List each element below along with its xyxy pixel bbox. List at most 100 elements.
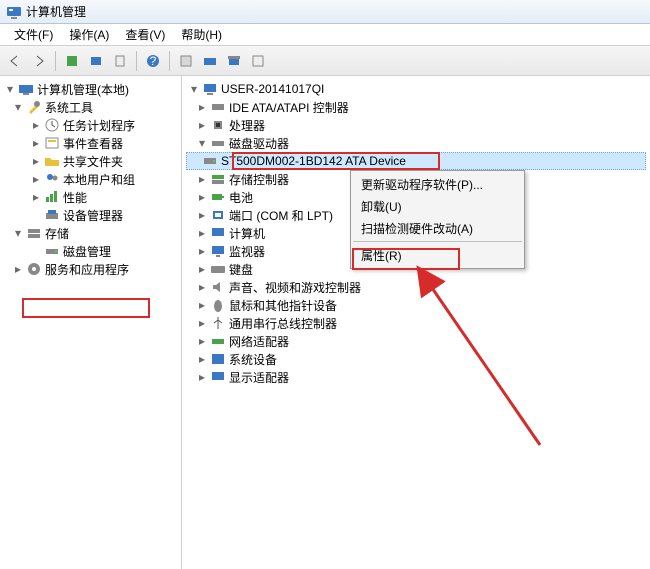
dev-ide-atapi[interactable]: ▸IDE ATA/ATAPI 控制器	[186, 98, 646, 116]
nav-forward-button[interactable]	[28, 50, 50, 72]
label: 鼠标和其他指针设备	[229, 297, 337, 314]
expand-icon[interactable]: ▸	[196, 119, 208, 131]
computer-mgmt-icon	[18, 81, 34, 97]
expand-icon[interactable]: ▸	[196, 245, 208, 257]
mouse-icon	[210, 297, 226, 313]
collapse-icon[interactable]: ▾	[12, 227, 24, 239]
collapse-icon[interactable]: ▾	[196, 137, 208, 149]
menu-file[interactable]: 文件(F)	[6, 24, 61, 45]
tb-btn-6[interactable]	[199, 50, 221, 72]
cm-uninstall[interactable]: 卸载(U)	[353, 195, 522, 217]
nav-back-button[interactable]	[4, 50, 26, 72]
label: 网络适配器	[229, 333, 289, 350]
services-icon	[26, 261, 42, 277]
tb-btn-2[interactable]	[85, 50, 107, 72]
left-shared-folders[interactable]: ▸共享文件夹	[2, 152, 179, 170]
tb-btn-1[interactable]	[61, 50, 83, 72]
tb-btn-help[interactable]: ?	[142, 50, 164, 72]
expand-icon[interactable]: ▸	[30, 173, 42, 185]
label: 磁盘驱动器	[229, 135, 289, 152]
storage-icon	[26, 225, 42, 241]
tools-icon	[26, 99, 42, 115]
label: 存储控制器	[229, 171, 289, 188]
left-storage[interactable]: ▾ 存储	[2, 224, 179, 242]
hdd-icon	[202, 153, 218, 169]
tb-btn-8[interactable]	[247, 50, 269, 72]
dev-root[interactable]: ▾ USER-20141017QI	[186, 80, 646, 98]
system-icon	[210, 351, 226, 367]
tb-btn-7[interactable]	[223, 50, 245, 72]
cm-scan[interactable]: 扫描检测硬件改动(A)	[353, 217, 522, 239]
label: 处理器	[229, 117, 265, 134]
dev-system[interactable]: ▸系统设备	[186, 350, 646, 368]
context-menu: 更新驱动程序软件(P)... 卸载(U) 扫描检测硬件改动(A) 属性(R)	[350, 170, 525, 269]
collapse-icon[interactable]: ▾	[188, 83, 200, 95]
expand-icon[interactable]: ▸	[196, 371, 208, 383]
left-task-scheduler[interactable]: ▸任务计划程序	[2, 116, 179, 134]
expand-icon[interactable]: ▸	[30, 137, 42, 149]
label: 监视器	[229, 243, 265, 260]
label: USER-20141017QI	[221, 82, 324, 96]
expand-icon[interactable]: ▸	[196, 263, 208, 275]
label: 卸载(U)	[361, 198, 402, 215]
expand-icon[interactable]: ▸	[196, 101, 208, 113]
menu-action[interactable]: 操作(A)	[61, 24, 117, 45]
tb-btn-5[interactable]	[175, 50, 197, 72]
label: 磁盘管理	[63, 243, 111, 260]
label: 设备管理器	[63, 207, 123, 224]
expand-icon[interactable]: ▸	[196, 227, 208, 239]
tb-btn-3[interactable]	[109, 50, 131, 72]
expand-icon[interactable]: ▸	[30, 191, 42, 203]
cm-properties[interactable]: 属性(R)	[353, 244, 522, 266]
menu-bar: 文件(F) 操作(A) 查看(V) 帮助(H)	[0, 24, 650, 46]
clock-icon	[44, 117, 60, 133]
expand-icon[interactable]: ▸	[196, 317, 208, 329]
users-icon	[44, 171, 60, 187]
monitor-icon	[210, 243, 226, 259]
label: 键盘	[229, 261, 253, 278]
expand-icon[interactable]: ▸	[196, 191, 208, 203]
label: 本地用户和组	[63, 171, 135, 188]
toolbar-separator	[55, 51, 56, 71]
expand-icon[interactable]: ▸	[30, 119, 42, 131]
usb-icon	[210, 315, 226, 331]
left-system-tools[interactable]: ▾ 系统工具	[2, 98, 179, 116]
toolbar-separator	[169, 51, 170, 71]
expand-icon[interactable]: ▸	[196, 281, 208, 293]
battery-icon	[210, 189, 226, 205]
left-root[interactable]: ▾ 计算机管理(本地)	[2, 80, 179, 98]
left-event-viewer[interactable]: ▸事件查看器	[2, 134, 179, 152]
dev-mouse[interactable]: ▸ 鼠标和其他指针设备	[186, 296, 646, 314]
label: 系统工具	[45, 99, 93, 116]
expand-icon[interactable]: ▸	[30, 155, 42, 167]
expand-icon[interactable]: ▸	[196, 335, 208, 347]
expand-icon[interactable]: ▸	[196, 173, 208, 185]
dev-disk-item[interactable]: ▸ST500DM002-1BD142 ATA Device	[186, 152, 646, 170]
dev-usb[interactable]: ▸通用串行总线控制器	[186, 314, 646, 332]
dev-disk-drives[interactable]: ▾ 磁盘驱动器	[186, 134, 646, 152]
dev-display[interactable]: ▸显示适配器	[186, 368, 646, 386]
left-users-groups[interactable]: ▸ 本地用户和组	[2, 170, 179, 188]
dev-network[interactable]: ▸ 网络适配器	[186, 332, 646, 350]
collapse-icon[interactable]: ▾	[4, 83, 16, 95]
label: 更新驱动程序软件(P)...	[361, 176, 483, 193]
left-services-apps[interactable]: ▸ 服务和应用程序	[2, 260, 179, 278]
menu-help[interactable]: 帮助(H)	[173, 24, 230, 45]
expand-icon[interactable]: ▸	[196, 353, 208, 365]
left-disk-mgmt[interactable]: ▸磁盘管理	[2, 242, 179, 260]
menu-view[interactable]: 查看(V)	[117, 24, 173, 45]
left-device-manager[interactable]: ▸设备管理器	[2, 206, 179, 224]
dev-processor[interactable]: ▸ 处理器	[186, 116, 646, 134]
left-performance[interactable]: ▸ 性能	[2, 188, 179, 206]
device-mgr-icon	[44, 207, 60, 223]
right-pane: ▾ USER-20141017QI ▸IDE ATA/ATAPI 控制器 ▸ 处理…	[182, 76, 650, 569]
dev-audio[interactable]: ▸声音、视频和游戏控制器	[186, 278, 646, 296]
main-layout: ▾ 计算机管理(本地) ▾ 系统工具 ▸任务计划程序 ▸事件查看器	[0, 76, 650, 569]
label: 电池	[229, 189, 253, 206]
expand-icon[interactable]: ▸	[12, 263, 24, 275]
cm-update-driver[interactable]: 更新驱动程序软件(P)...	[353, 173, 522, 195]
expand-icon[interactable]: ▸	[196, 299, 208, 311]
expand-icon[interactable]: ▸	[196, 209, 208, 221]
label: 性能	[63, 189, 87, 206]
collapse-icon[interactable]: ▾	[12, 101, 24, 113]
